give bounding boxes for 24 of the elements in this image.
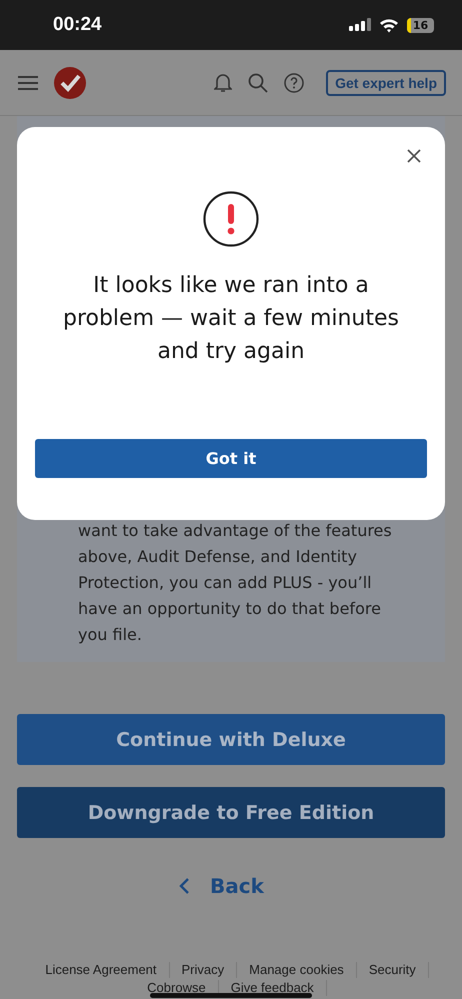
clock-time: 00:24 — [53, 14, 102, 36]
help-icon[interactable] — [284, 72, 304, 92]
search-icon[interactable] — [248, 72, 268, 92]
back-label[interactable]: Back — [210, 874, 264, 898]
menu-icon[interactable] — [18, 74, 38, 90]
get-expert-help-button[interactable]: Get expert help — [326, 70, 446, 96]
bell-icon[interactable] — [214, 72, 232, 93]
footer-link[interactable]: Privacy — [170, 962, 238, 978]
battery-icon: 16 — [407, 18, 434, 32]
wifi-icon — [379, 18, 399, 32]
footer-link[interactable]: Security — [356, 962, 429, 978]
got-it-button[interactable]: Got it — [35, 439, 427, 478]
dialog-message: It looks like we ran into a problem — wait a few minutes and try again — [62, 272, 400, 366]
chevron-left-icon — [178, 877, 190, 895]
continue-button[interactable]: Continue with Deluxe — [17, 714, 445, 765]
downgrade-button[interactable]: Downgrade to Free Edition — [17, 787, 445, 838]
footer-link[interactable]: Manage cookies — [237, 962, 357, 978]
checkmark-logo-icon[interactable] — [54, 66, 86, 98]
close-icon[interactable] — [407, 149, 421, 163]
back-link[interactable]: Back — [178, 874, 264, 898]
footer-link[interactable]: License Agreement — [33, 962, 170, 978]
panel-paragraph: want to take advantage of the features above, Audit Defense, and Identity Protection, you can add PLUS - you’ll have an opportunity to do that before you file. — [78, 520, 393, 646]
exclamation-icon — [203, 191, 259, 247]
signal-icon — [349, 18, 371, 32]
